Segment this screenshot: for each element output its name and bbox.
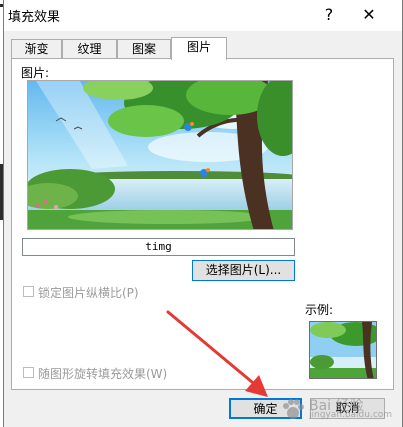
tab-gradient[interactable]: 渐变 [11,39,62,59]
tab-picture[interactable]: 图片 [171,37,227,60]
close-button[interactable]: ✕ [356,2,382,28]
example-thumbnail [310,322,376,378]
lock-aspect-ratio-label: 锁定图片纵横比(P) [38,286,139,300]
screenshot-stage: 填充效果 ? ✕ 渐变 纹理 图案 图片 图片: timg 选择图片(L)...… [0,0,403,427]
picture-file-name: timg [22,238,295,256]
fill-effects-dialog: 填充效果 ? ✕ 渐变 纹理 图案 图片 图片: timg 选择图片(L)...… [3,0,403,427]
help-button[interactable]: ? [316,2,342,28]
tab-pattern[interactable]: 图案 [117,39,171,59]
ok-button[interactable]: 确定 [229,398,302,419]
cancel-button[interactable]: 取消 [310,398,385,419]
example-label: 示例: [305,303,334,317]
example-preview [309,321,377,379]
dialog-title: 填充效果 [8,10,61,25]
picture-label: 图片: [21,66,50,80]
rotate-with-shape-checkbox[interactable] [23,367,34,378]
picture-tab-panel: 图片: timg 选择图片(L)... 锁定图片纵横比(P) 示例: 随图形旋转… [11,58,394,390]
lock-aspect-ratio-checkbox[interactable] [23,286,34,297]
landscape-picture [28,81,292,229]
tab-texture[interactable]: 纹理 [62,39,117,59]
dialog-titlebar: 填充效果 ? ✕ [4,0,402,31]
picture-preview [27,80,293,230]
rotate-with-shape-label: 随图形旋转填充效果(W) [38,367,168,381]
select-picture-button[interactable]: 选择图片(L)... [192,260,295,281]
